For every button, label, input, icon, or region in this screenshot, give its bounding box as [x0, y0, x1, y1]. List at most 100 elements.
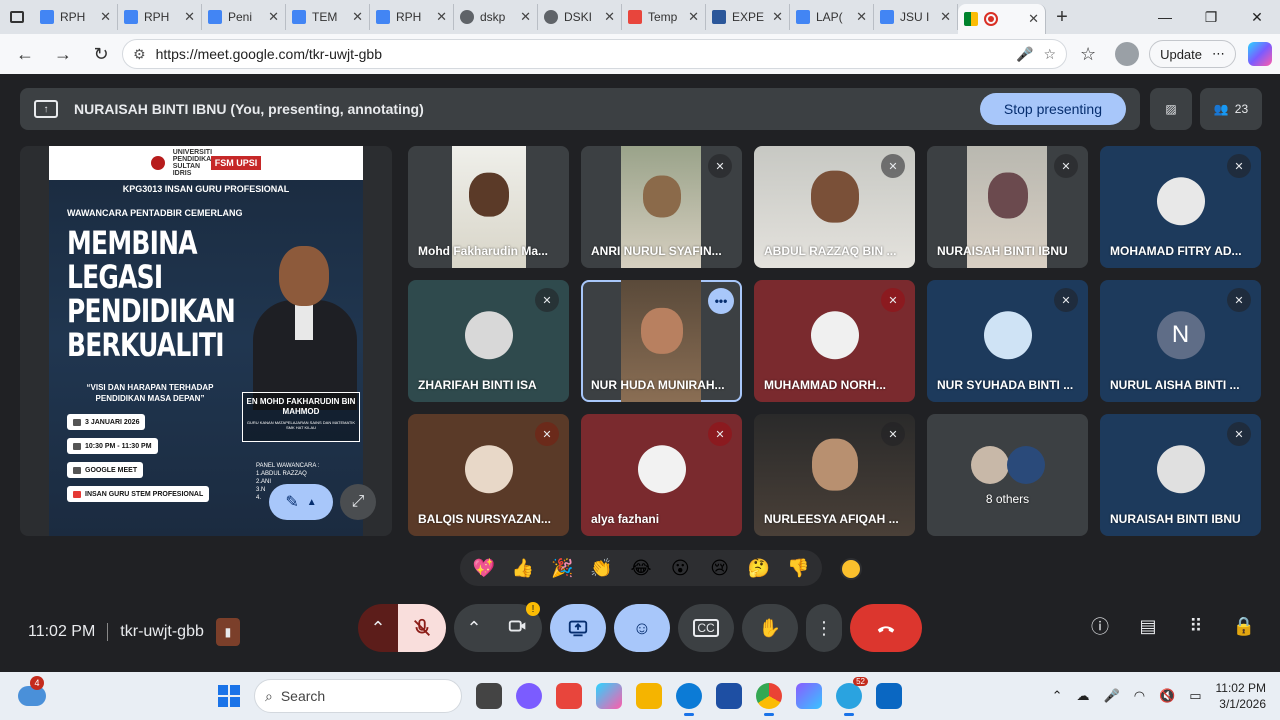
close-window-icon[interactable]: ✕ — [1234, 9, 1280, 26]
participant-tile[interactable]: ✕ NUR SYUHADA BINTI ... — [927, 280, 1088, 402]
reactions-button[interactable]: ☺ — [614, 604, 670, 652]
bookmark-star-icon[interactable]: ☆ — [1044, 46, 1057, 63]
side-panel-icon[interactable]: ▮ — [215, 618, 240, 646]
more-options-button[interactable]: ⋮ — [806, 604, 842, 652]
others-tile[interactable]: 8 others — [927, 414, 1088, 536]
browser-tab[interactable]: LAP(✕ — [790, 4, 874, 30]
reaction-sad[interactable]: 😢 — [702, 558, 738, 579]
profile-avatar[interactable] — [1115, 42, 1140, 66]
participant-tile[interactable]: ✕ alya fazhani — [581, 414, 742, 536]
security-icon[interactable]: ☁ — [1077, 688, 1090, 704]
reaction-party[interactable]: 🎉 — [544, 558, 580, 579]
new-tab-button[interactable]: + — [1046, 6, 1078, 29]
browser-tab[interactable]: RPH ✕ — [370, 4, 454, 30]
browser-tab[interactable]: JSU I ✕ — [874, 4, 958, 30]
volume-muted-icon[interactable]: 🔇 — [1159, 688, 1175, 704]
close-tab-icon[interactable]: ✕ — [604, 9, 615, 25]
audio-options-button[interactable]: ⌃ — [358, 618, 398, 639]
wifi-icon[interactable]: ◠ — [1134, 688, 1145, 704]
participant-tile[interactable]: N ✕ NURUL AISHA BINTI ... — [1100, 280, 1261, 402]
close-tab-icon[interactable]: ✕ — [268, 9, 279, 25]
reaction-thumbs-down[interactable]: 👎 — [780, 558, 816, 579]
copilot-icon[interactable] — [1248, 42, 1272, 66]
reaction-thinking[interactable]: 🤔 — [741, 558, 777, 579]
close-tab-icon[interactable]: ✕ — [436, 9, 447, 25]
reaction-thumbs-up[interactable]: 👍 — [505, 558, 541, 579]
mic-toggle-button[interactable] — [398, 604, 446, 652]
microphone-icon[interactable]: 🎤 — [1016, 46, 1033, 63]
browser-tab[interactable]: RPH ✕ — [118, 4, 202, 30]
restore-icon[interactable]: ❐ — [1188, 9, 1234, 26]
participant-tile[interactable]: ✕ ABDUL RAZZAQ BIN ... — [754, 146, 915, 268]
hide-self-view-button[interactable]: ▨ — [1150, 88, 1192, 130]
telegram-icon[interactable]: 52 — [836, 677, 868, 716]
meet-now-icon[interactable] — [516, 683, 542, 709]
url-field[interactable]: ⚙ https://meet.google.com/tkr-uwjt-gbb 🎤… — [122, 39, 1068, 69]
task-view-icon[interactable] — [476, 683, 502, 709]
site-info-icon[interactable]: ⚙ — [133, 46, 146, 63]
annotate-pen-button[interactable]: ✎ ▲ — [269, 484, 333, 520]
browser-tab[interactable]: DSKI ✕ — [538, 4, 622, 30]
browser-tab[interactable]: dskp ✕ — [454, 4, 538, 30]
copilot-app-icon[interactable] — [596, 683, 622, 709]
participant-tile[interactable]: ✕ MUHAMMAD NORH... — [754, 280, 915, 402]
wps-office-icon[interactable] — [556, 683, 582, 709]
close-tab-icon[interactable]: ✕ — [184, 9, 195, 25]
store-icon[interactable] — [716, 683, 742, 709]
host-controls-icon[interactable]: 🔒 — [1232, 614, 1256, 638]
info-icon[interactable]: ⓘ — [1088, 614, 1112, 638]
start-button[interactable] — [218, 685, 240, 707]
close-tab-icon[interactable]: ✕ — [940, 9, 951, 25]
skin-tone-button[interactable] — [840, 558, 862, 580]
browser-tab[interactable]: Peni ✕ — [202, 4, 286, 30]
edge-icon[interactable] — [676, 683, 702, 716]
participant-tile[interactable]: ✕ BALQIS NURSYAZAN... — [408, 414, 569, 536]
minimize-icon[interactable]: — — [1142, 9, 1188, 26]
reaction-sparkling-heart[interactable]: 💖 — [466, 558, 502, 579]
close-tab-icon[interactable]: ✕ — [688, 9, 699, 25]
video-options-button[interactable]: ⌃ — [454, 618, 494, 639]
browser-tab[interactable]: TEM ✕ — [286, 4, 370, 30]
close-tab-icon[interactable]: ✕ — [352, 9, 363, 25]
microphone-icon[interactable]: 🎤 — [1104, 688, 1120, 704]
back-button[interactable]: ← — [8, 39, 42, 69]
browser-tab[interactable]: Temp ✕ — [622, 4, 706, 30]
activities-icon[interactable]: ⠿ — [1184, 614, 1208, 638]
file-explorer-icon[interactable] — [636, 683, 662, 709]
close-tab-icon[interactable]: ✕ — [520, 9, 531, 25]
camera-toggle-button[interactable] — [494, 615, 542, 642]
participant-tile[interactable]: Mohd Fakharudin Ma... — [408, 146, 569, 268]
reload-button[interactable]: ↻ — [84, 39, 118, 69]
photos-icon[interactable] — [876, 683, 902, 709]
close-tab-icon[interactable]: ✕ — [100, 9, 111, 25]
present-button[interactable] — [550, 604, 606, 652]
close-tab-icon[interactable]: ✕ — [1028, 11, 1039, 27]
participants-button[interactable]: 👥 23 — [1200, 88, 1262, 130]
m365-icon[interactable] — [796, 683, 822, 709]
tab-actions-icon[interactable] — [0, 0, 34, 34]
forward-button[interactable]: → — [46, 39, 80, 69]
participant-tile-active[interactable]: ••• NUR HUDA MUNIRAH... — [581, 280, 742, 402]
browser-tab[interactable]: EXPE ✕ — [706, 4, 790, 30]
close-tab-icon[interactable]: ✕ — [772, 9, 783, 25]
self-tile[interactable]: ✕ NURAISAH BINTI IBNU — [1100, 414, 1261, 536]
update-button[interactable]: Update ⋯ — [1149, 40, 1236, 68]
stop-presenting-button[interactable]: Stop presenting — [979, 93, 1126, 125]
browser-tab[interactable]: RPH ✕ — [34, 4, 118, 30]
taskbar-search[interactable]: ⌕ Search — [254, 679, 462, 713]
participant-tile[interactable]: ✕ NURLEESYA AFIQAH ... — [754, 414, 915, 536]
participant-tile[interactable]: ✕ ZHARIFAH BINTI ISA — [408, 280, 569, 402]
more-options-button[interactable]: ••• — [708, 288, 734, 314]
taskbar-clock[interactable]: 11:02 PM 3/1/2026 — [1216, 680, 1266, 712]
leave-call-button[interactable] — [850, 604, 922, 652]
close-tab-icon[interactable]: ✕ — [856, 9, 867, 25]
raise-hand-button[interactable]: ✋ — [742, 604, 798, 652]
chat-icon[interactable]: ▤ — [1136, 614, 1160, 638]
reaction-laugh[interactable]: 😂 — [623, 558, 659, 579]
more-options-icon[interactable]: ⋯ — [1212, 46, 1225, 62]
favorites-icon[interactable]: ☆ — [1071, 39, 1105, 69]
reaction-clap[interactable]: 👏 — [584, 558, 620, 579]
reaction-surprised[interactable]: 😮 — [662, 558, 698, 579]
weather-widget[interactable]: 4 — [18, 676, 46, 706]
participant-tile[interactable]: ✕ NURAISAH BINTI IBNU — [927, 146, 1088, 268]
